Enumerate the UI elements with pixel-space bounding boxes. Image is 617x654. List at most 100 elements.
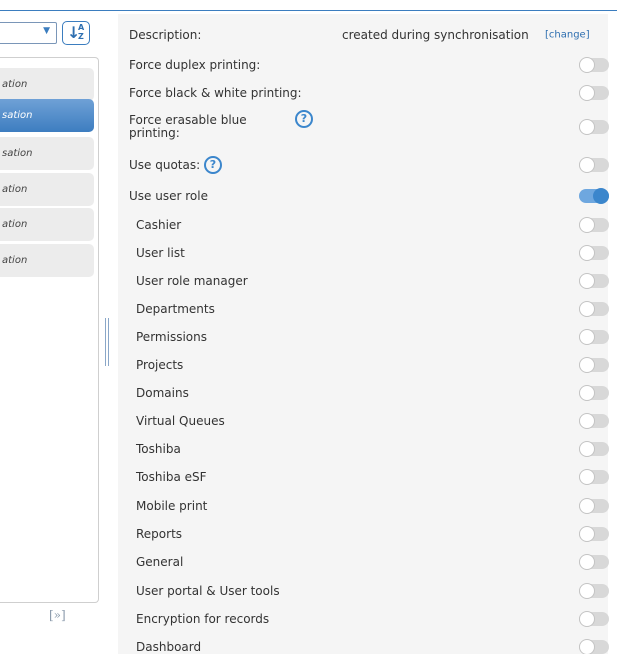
force-erasable-label: Force erasable blue printing: <box>129 113 247 140</box>
role-item-label: Cashier <box>136 218 182 232</box>
role-item-dashboard: Dashboard <box>118 633 609 654</box>
user-role-manager-toggle[interactable] <box>579 273 609 289</box>
group-list: ation sation sation ation ation ation <box>0 57 99 603</box>
force-duplex-label: Force duplex printing: <box>129 58 261 72</box>
user-list-toggle[interactable] <box>579 245 609 261</box>
toggle-knob <box>579 385 595 401</box>
role-item-label: Domains <box>136 386 189 400</box>
toggle-knob <box>579 583 595 599</box>
role-item-toshiba: Toshiba <box>118 435 609 463</box>
expand-panel-link[interactable]: [»] <box>49 608 66 622</box>
role-item-label: Projects <box>136 358 184 372</box>
list-item-selected[interactable]: sation <box>0 99 94 132</box>
role-item-user-role-manager: User role manager <box>118 267 609 295</box>
use-user-role-row: Use user role <box>118 182 609 210</box>
list-item[interactable]: ation <box>0 173 94 206</box>
change-description-link[interactable]: [change] <box>545 30 590 41</box>
toggle-knob <box>579 157 595 173</box>
description-row: Description: created during synchronisat… <box>118 21 608 49</box>
role-item-general: General <box>118 548 609 576</box>
role-item-user-list: User list <box>118 239 609 267</box>
use-quotas-label: Use quotas: <box>129 158 201 172</box>
role-item-label: Encryption for records <box>136 612 270 626</box>
role-item-reports: Reports <box>118 520 609 548</box>
group-filter-select[interactable]: ▼ <box>0 22 57 44</box>
list-item[interactable]: ation <box>0 244 94 277</box>
toggle-knob <box>579 357 595 373</box>
toggle-knob <box>579 329 595 345</box>
sort-az-button[interactable]: ↓ A Z <box>62 21 90 45</box>
departments-toggle[interactable] <box>579 301 609 317</box>
user-portal-toggle[interactable] <box>579 583 609 599</box>
description-value: created during synchronisation <box>342 28 529 42</box>
group-list-panel: ▼ ↓ A Z ation sation sation ation ation <box>0 14 104 654</box>
general-toggle[interactable] <box>579 554 609 570</box>
encryption-toggle[interactable] <box>579 611 609 627</box>
toggle-knob <box>579 413 595 429</box>
toshiba-toggle[interactable] <box>579 441 609 457</box>
role-item-label: Toshiba <box>136 442 181 456</box>
toggle-knob <box>579 469 595 485</box>
toggle-knob <box>579 639 595 654</box>
toggle-knob <box>579 273 595 289</box>
reports-toggle[interactable] <box>579 526 609 542</box>
list-item[interactable]: sation <box>0 137 94 170</box>
toggle-knob <box>579 57 595 73</box>
dashboard-toggle[interactable] <box>579 639 609 654</box>
panel-splitter-handle[interactable] <box>105 318 109 366</box>
force-bw-toggle[interactable] <box>579 85 609 101</box>
toshiba-esf-toggle[interactable] <box>579 469 609 485</box>
domains-toggle[interactable] <box>579 385 609 401</box>
top-divider <box>0 10 617 11</box>
force-erasable-toggle[interactable] <box>579 119 609 135</box>
force-duplex-toggle[interactable] <box>579 57 609 73</box>
permissions-toggle[interactable] <box>579 329 609 345</box>
role-item-label: Dashboard <box>136 640 202 654</box>
force-bw-row: Force black & white printing: <box>118 79 609 107</box>
mobile-print-toggle[interactable] <box>579 498 609 514</box>
role-item-virtual-queues: Virtual Queues <box>118 407 609 435</box>
role-item-label: Departments <box>136 302 215 316</box>
role-item-cashier: Cashier <box>118 211 609 239</box>
force-bw-label: Force black & white printing: <box>129 86 302 100</box>
role-item-label: Virtual Queues <box>136 414 225 428</box>
toggle-knob <box>579 301 595 317</box>
use-user-role-label: Use user role <box>129 189 208 203</box>
description-label: Description: <box>129 28 202 42</box>
force-erasable-row: Force erasable blue printing: ? <box>118 108 609 146</box>
sort-az-icon: A Z <box>78 23 85 41</box>
list-item[interactable]: ation <box>0 68 94 101</box>
toggle-knob <box>579 85 595 101</box>
role-item-encryption: Encryption for records <box>118 605 609 633</box>
user-role-settings-page: ▼ ↓ A Z ation sation sation ation ation <box>0 0 617 654</box>
settings-panel: Description: created during synchronisat… <box>118 14 609 654</box>
help-icon[interactable]: ? <box>295 110 313 128</box>
use-user-role-toggle[interactable] <box>579 188 609 204</box>
toggle-knob <box>579 526 595 542</box>
use-quotas-toggle[interactable] <box>579 157 609 173</box>
role-item-permissions: Permissions <box>118 323 609 351</box>
role-item-departments: Departments <box>118 295 609 323</box>
toggle-knob <box>579 245 595 261</box>
list-item[interactable]: ation <box>0 208 94 241</box>
virtual-queues-toggle[interactable] <box>579 413 609 429</box>
toggle-knob <box>593 188 609 204</box>
force-duplex-row: Force duplex printing: <box>118 51 609 79</box>
cashier-toggle[interactable] <box>579 217 609 233</box>
chevron-down-icon: ▼ <box>43 26 50 36</box>
use-quotas-row: Use quotas: ? <box>118 151 609 179</box>
role-item-domains: Domains <box>118 379 609 407</box>
role-item-toshiba-esf: Toshiba eSF <box>118 463 609 491</box>
toggle-knob <box>579 611 595 627</box>
role-item-user-portal: User portal & User tools <box>118 577 609 605</box>
projects-toggle[interactable] <box>579 357 609 373</box>
role-item-label: Permissions <box>136 330 207 344</box>
role-item-label: Reports <box>136 527 183 541</box>
role-item-label: User role manager <box>136 274 248 288</box>
toggle-knob <box>579 498 595 514</box>
role-item-label: User portal & User tools <box>136 584 280 598</box>
help-icon[interactable]: ? <box>204 156 222 174</box>
role-item-label: General <box>136 555 184 569</box>
role-item-label: Mobile print <box>136 499 208 513</box>
toggle-knob <box>579 554 595 570</box>
